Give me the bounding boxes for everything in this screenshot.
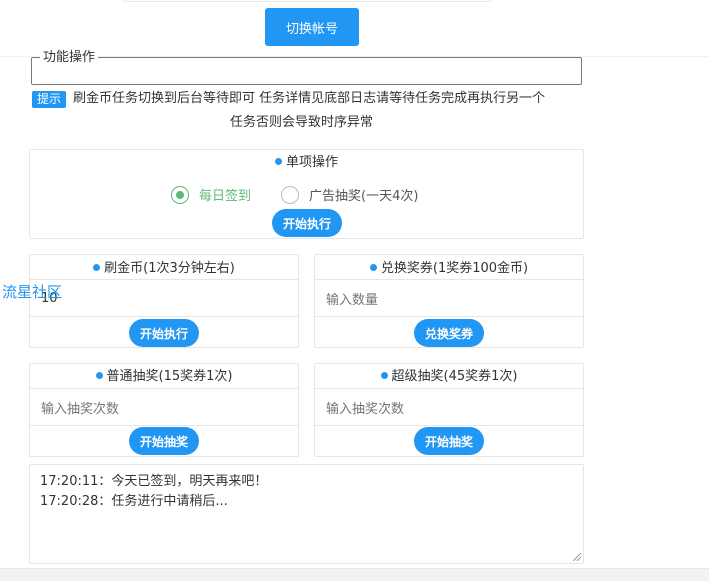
single-op-title: 单项操作 bbox=[30, 154, 583, 172]
function-fieldset bbox=[31, 57, 582, 85]
switch-account-button[interactable]: 切换帐号 bbox=[265, 8, 359, 46]
normal-lottery-title: 普通抽奖(15奖券1次) bbox=[30, 368, 298, 386]
exchange-panel: 兑换奖券(1奖券100金币) 输入数量 兑换奖券 bbox=[314, 254, 584, 348]
super-lottery-start-button[interactable]: 开始抽奖 bbox=[414, 427, 484, 455]
coin-title: 刷金币(1次3分钟左右) bbox=[30, 260, 298, 278]
coin-count-input[interactable]: 10 bbox=[30, 279, 298, 317]
dot-icon bbox=[274, 158, 282, 165]
coin-panel: 刷金币(1次3分钟左右) 10 开始执行 bbox=[29, 254, 299, 348]
radio-label: 每日签到 bbox=[199, 189, 252, 204]
resize-handle-icon[interactable] bbox=[573, 553, 581, 561]
super-lottery-title: 超级抽奖(45奖券1次) bbox=[315, 368, 583, 386]
radio-daily-checkin[interactable]: 每日签到 bbox=[171, 185, 251, 204]
bottom-bar bbox=[0, 568, 709, 581]
tip-text-line2: 任务否则会导致时序异常 bbox=[230, 115, 374, 130]
radio-unchecked-icon bbox=[281, 185, 299, 204]
watermark-text: 流星社区 bbox=[2, 283, 63, 301]
super-lottery-panel: 超级抽奖(45奖券1次) 输入抽奖次数 开始抽奖 bbox=[314, 363, 584, 457]
single-op-start-button[interactable]: 开始执行 bbox=[272, 209, 342, 237]
function-legend: 功能操作 bbox=[40, 50, 99, 66]
dot-icon bbox=[380, 372, 388, 379]
normal-lottery-count-input[interactable]: 输入抽奖次数 bbox=[30, 388, 298, 426]
single-op-panel: 单项操作 每日签到 广告抽奖(一天4次) 开始执行 bbox=[29, 149, 584, 239]
exchange-button[interactable]: 兑换奖券 bbox=[414, 319, 484, 347]
tip-badge: 提示 bbox=[32, 91, 67, 108]
normal-lottery-panel: 普通抽奖(15奖券1次) 输入抽奖次数 开始抽奖 bbox=[29, 363, 299, 457]
dot-icon bbox=[95, 372, 103, 379]
task-log-textarea[interactable]: 17:20:11：今天已签到，明天再来吧！ 17:20:28：任务进行中请稍后.… bbox=[29, 464, 584, 564]
normal-lottery-start-button[interactable]: 开始抽奖 bbox=[129, 427, 199, 455]
tip-text-line1: 刷金币任务切换到后台等待即可 任务详情见底部日志请等待任务完成再执行另一个 bbox=[73, 91, 546, 106]
radio-label: 广告抽奖(一天4次) bbox=[309, 189, 419, 204]
super-lottery-count-input[interactable]: 输入抽奖次数 bbox=[315, 388, 583, 426]
account-input-bottom-edge[interactable] bbox=[122, 0, 492, 2]
exchange-quantity-input[interactable]: 输入数量 bbox=[315, 279, 583, 317]
log-line: 17:20:28：任务进行中请稍后... bbox=[40, 494, 228, 509]
dot-icon bbox=[93, 264, 101, 271]
log-line: 17:20:11：今天已签到，明天再来吧！ bbox=[40, 474, 268, 489]
radio-ad-lottery[interactable]: 广告抽奖(一天4次) bbox=[281, 185, 418, 204]
exchange-title: 兑换奖券(1奖券100金币) bbox=[315, 260, 583, 278]
coin-start-button[interactable]: 开始执行 bbox=[129, 319, 199, 347]
radio-checked-icon bbox=[171, 185, 189, 204]
dot-icon bbox=[369, 264, 377, 271]
